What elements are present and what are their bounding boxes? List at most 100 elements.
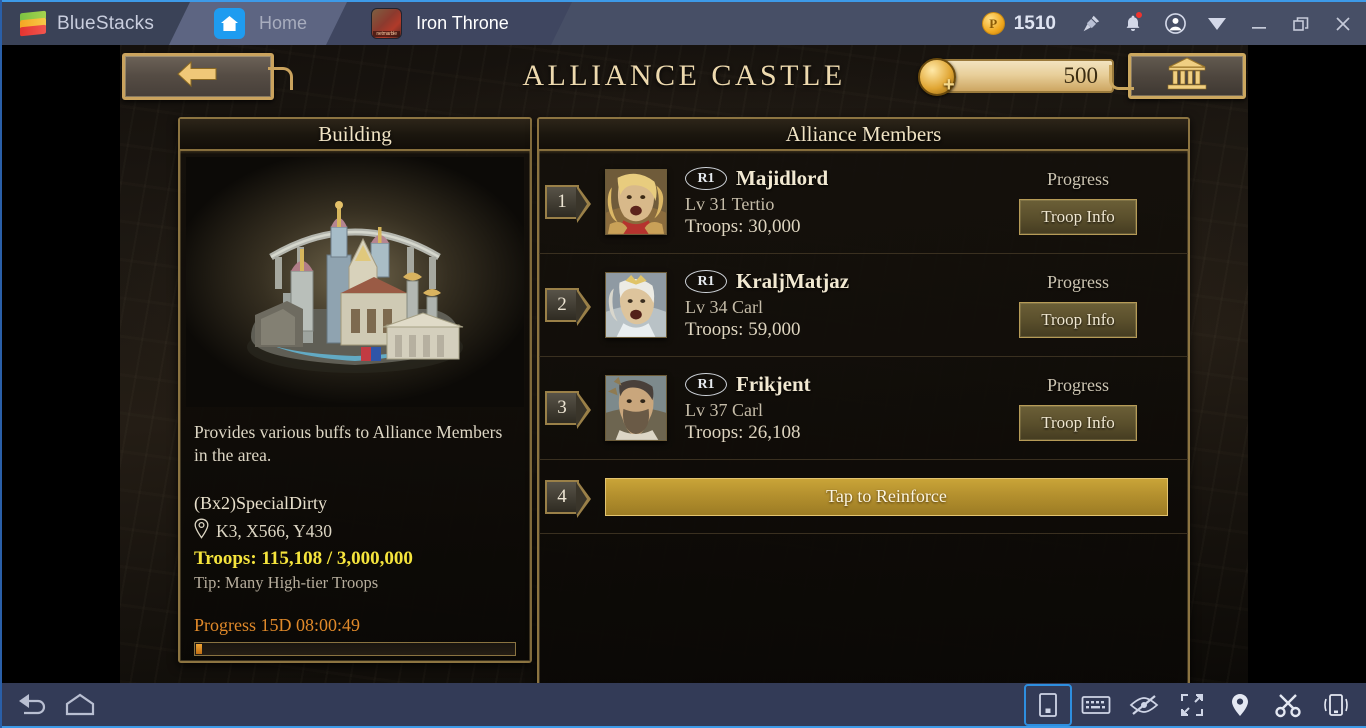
bottom-toolbar-left xyxy=(2,686,102,724)
gold-value: 500 xyxy=(1063,63,1099,88)
building-progress-label: Progress 15D 08:00:49 xyxy=(194,615,360,636)
points-value: 1510 xyxy=(1013,12,1056,34)
tab-home-label: Home xyxy=(259,13,308,33)
reinforce-slot-row[interactable]: 4 Tap to Reinforce xyxy=(539,460,1188,534)
table-row[interactable]: 1 R1 Majidlord Lv 31 Tertio Troops: 30,0… xyxy=(539,151,1188,254)
troop-info-button[interactable]: Troop Info xyxy=(1019,405,1137,441)
avatar[interactable] xyxy=(605,169,667,235)
close-icon[interactable] xyxy=(1322,2,1364,45)
member-level: Lv 31 Tertio xyxy=(685,194,775,214)
table-row[interactable]: 2 R1 KraljMatjaz Lv 34 Carl Troops: 59,0… xyxy=(539,254,1188,357)
building-owner-name: (Bx2)SpecialDirty xyxy=(194,493,327,514)
keyboard-icon[interactable] xyxy=(1074,686,1118,724)
building-artwork xyxy=(186,157,524,407)
bank-building-icon xyxy=(1166,56,1208,97)
rank-badge-icon: R1 xyxy=(685,373,727,396)
account-icon[interactable] xyxy=(1154,2,1196,45)
bank-building-button[interactable] xyxy=(1109,53,1246,99)
member-level: Lv 34 Carl xyxy=(685,297,763,317)
member-info: R1 KraljMatjaz Lv 34 Carl Troops: 59,000 xyxy=(685,269,968,341)
alliance-members-panel: Alliance Members 1 R1 Majidlord Lv 31 Te… xyxy=(537,117,1190,683)
map-pin-icon xyxy=(194,518,209,544)
building-troops: Troops: 115,108 / 3,000,000 xyxy=(194,548,413,570)
building-details: Provides various buffs to Alliance Membe… xyxy=(180,407,530,657)
member-progress-cell: Progress Troop Info xyxy=(968,169,1188,235)
member-rank-number: 4 xyxy=(545,479,591,518)
building-panel: Building Provides various buffs to Allia… xyxy=(178,117,532,663)
avatar[interactable] xyxy=(605,272,667,338)
game-icon-publisher-label: netmarble xyxy=(373,31,401,37)
avatar[interactable] xyxy=(605,375,667,441)
rank-badge-icon: R1 xyxy=(685,167,727,190)
bluestacks-logo-icon xyxy=(20,10,46,36)
member-progress-cell: Progress Troop Info xyxy=(968,375,1188,441)
game-icon: netmarble xyxy=(371,8,403,39)
troop-info-button[interactable]: Troop Info xyxy=(1019,302,1137,338)
back-icon[interactable] xyxy=(10,686,54,724)
gold-currency-bar[interactable]: + 500 xyxy=(918,58,1114,96)
building-tip: Tip: Many High-tier Troops xyxy=(194,573,379,593)
titlebar-tabs: BlueStacks Home netmarble Iron Throne xyxy=(2,2,572,45)
header-resources: + 500 xyxy=(918,51,1246,101)
fullscreen-icon[interactable] xyxy=(1170,686,1214,724)
home-icon[interactable] xyxy=(58,686,102,724)
tab-iron-throne-label: Iron Throne xyxy=(416,13,509,33)
shake-device-icon[interactable] xyxy=(1314,686,1358,724)
bluestacks-bottom-toolbar xyxy=(2,683,1366,728)
points-coin-icon: P xyxy=(981,12,1005,35)
building-progress-bar xyxy=(194,642,516,657)
member-name: KraljMatjaz xyxy=(736,269,850,293)
scissors-icon[interactable] xyxy=(1266,686,1310,724)
building-description: Provides various buffs to Alliance Membe… xyxy=(194,422,503,466)
chevron-down-menu-icon[interactable] xyxy=(1196,2,1238,45)
member-name-line: R1 Frikjent xyxy=(685,372,968,397)
building-panel-header: Building xyxy=(180,119,530,154)
titlebar-controls: P 1510 xyxy=(976,2,1366,45)
eye-slash-icon[interactable] xyxy=(1122,686,1166,724)
member-troops: Troops: 59,000 xyxy=(685,319,801,340)
alliance-member-list: 1 R1 Majidlord Lv 31 Tertio Troops: 30,0… xyxy=(539,151,1188,534)
rank-badge-icon: R1 xyxy=(685,270,727,293)
building-panel-title: Building xyxy=(318,121,392,146)
home-icon xyxy=(214,8,246,39)
alliance-castle-screen: ALLIANCE CASTLE + 500 Building Provides … xyxy=(120,45,1248,683)
portrait-mode-icon[interactable] xyxy=(1024,683,1072,726)
notification-badge-dot xyxy=(1135,11,1143,19)
game-viewport: ALLIANCE CASTLE + 500 Building Provides … xyxy=(2,45,1366,683)
member-name: Frikjent xyxy=(736,372,811,396)
member-level: Lv 37 Carl xyxy=(685,400,763,420)
table-row[interactable]: 3 R1 Frikjent Lv 37 Carl Troops: 26,108 … xyxy=(539,357,1188,460)
tap-to-reinforce-button[interactable]: Tap to Reinforce xyxy=(605,477,1168,516)
troop-info-button[interactable]: Troop Info xyxy=(1019,199,1137,235)
tab-iron-throne[interactable]: netmarble Iron Throne xyxy=(326,2,572,45)
member-troops: Troops: 26,108 xyxy=(685,422,801,443)
building-coordinates: K3, X566, Y430 xyxy=(194,518,516,544)
bluestacks-brand-label: BlueStacks xyxy=(57,12,155,34)
member-name-line: R1 KraljMatjaz xyxy=(685,269,968,294)
location-pin-icon[interactable] xyxy=(1218,686,1262,724)
progress-column-label: Progress xyxy=(1047,169,1109,189)
member-name: Majidlord xyxy=(736,166,829,190)
member-rank-number: 3 xyxy=(545,391,591,429)
pin-icon[interactable] xyxy=(1070,2,1112,45)
member-rank-number: 1 xyxy=(545,185,591,223)
alliance-castle-illustration xyxy=(247,201,464,373)
member-rank-number: 2 xyxy=(545,288,591,326)
alliance-panel-header: Alliance Members xyxy=(539,119,1188,154)
progress-column-label: Progress xyxy=(1047,375,1109,395)
member-info: R1 Majidlord Lv 31 Tertio Troops: 30,000 xyxy=(685,166,968,238)
member-troops: Troops: 30,000 xyxy=(685,216,801,237)
restore-icon[interactable] xyxy=(1280,2,1322,45)
building-progress-fill xyxy=(196,644,203,655)
notification-bell-icon[interactable] xyxy=(1112,2,1154,45)
member-info: R1 Frikjent Lv 37 Carl Troops: 26,108 xyxy=(685,372,968,444)
member-name-line: R1 Majidlord xyxy=(685,166,968,191)
bluestacks-brand: BlueStacks xyxy=(2,2,214,45)
gold-plus-icon[interactable]: + xyxy=(943,75,961,96)
minimize-icon[interactable] xyxy=(1238,2,1280,45)
member-progress-cell: Progress Troop Info xyxy=(968,272,1188,338)
window-titlebar: BlueStacks Home netmarble Iron Throne P … xyxy=(2,0,1366,45)
points-display[interactable]: P 1510 xyxy=(976,2,1070,45)
progress-column-label: Progress xyxy=(1047,272,1109,292)
building-coordinates-text: K3, X566, Y430 xyxy=(216,520,333,541)
